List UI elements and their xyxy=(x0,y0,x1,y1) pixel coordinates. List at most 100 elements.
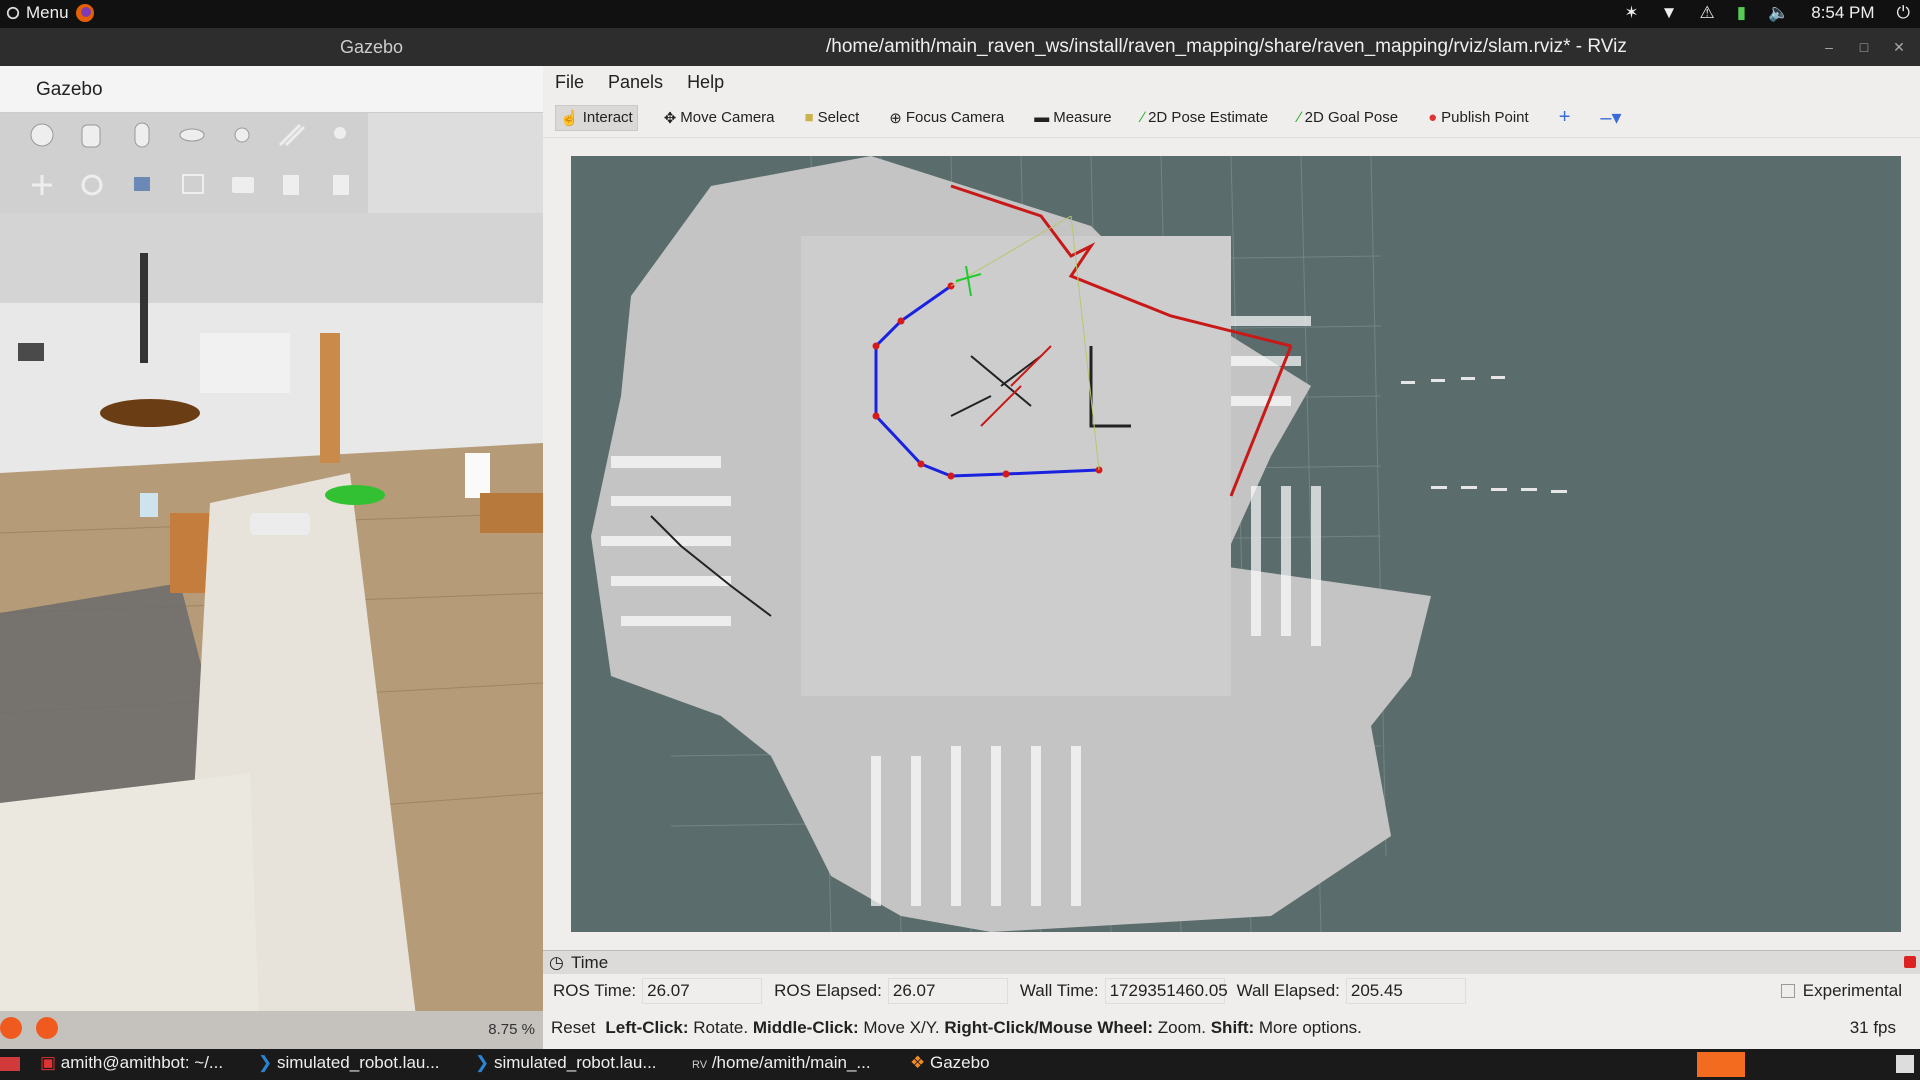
sphere-icon[interactable] xyxy=(30,123,54,147)
tool-move-camera[interactable]: ✥ Move Camera xyxy=(660,106,779,130)
ellipsoid-icon[interactable] xyxy=(179,128,205,142)
add-tool-button[interactable]: + xyxy=(1555,103,1575,132)
clock-icon: ◷ xyxy=(549,953,564,972)
system-top-bar: Menu ✶ ▼ ⚠ ▮ 🔈 8:54 PM ⏻ xyxy=(0,0,1920,28)
gazebo-icon: ❖ xyxy=(910,1053,926,1072)
grid-icon[interactable] xyxy=(182,174,204,194)
tool-publish-point[interactable]: ● Publish Point xyxy=(1424,106,1533,129)
taskbar: ▣ amith@amithbot: ~/... ❯ simulated_robo… xyxy=(0,1049,1920,1080)
sun-light-icon[interactable] xyxy=(234,127,250,143)
bluetooth-icon[interactable]: ✶ xyxy=(1624,3,1638,23)
clock[interactable]: 8:54 PM xyxy=(1811,3,1874,23)
ros-elapsed-label: ROS Elapsed: xyxy=(774,981,882,1000)
task-label: /home/amith/main_... xyxy=(711,1053,871,1072)
task-label: amith@amithbot: ~/... xyxy=(60,1053,224,1072)
cylinder-icon[interactable] xyxy=(81,124,101,148)
gazebo-3d-scene[interactable] xyxy=(0,213,543,1049)
gazebo-toolbar xyxy=(0,113,368,213)
task-vscode-2[interactable]: ❯ simulated_robot.lau... xyxy=(475,1053,657,1073)
menu-panels[interactable]: Panels xyxy=(608,72,663,93)
paste-icon[interactable] xyxy=(333,175,349,195)
maximize-button[interactable]: □ xyxy=(1855,38,1873,56)
task-rviz[interactable]: RV /home/amith/main_... xyxy=(692,1053,871,1073)
tool-label: Focus Camera xyxy=(905,109,1005,126)
tool-2d-goal-pose[interactable]: ∕ 2D Goal Pose xyxy=(1294,106,1402,129)
hint-shift-text: More options. xyxy=(1258,1018,1362,1037)
copy-icon[interactable] xyxy=(283,175,299,195)
move-camera-icon: ✥ xyxy=(663,109,677,127)
hint-middle-click: Middle-Click: xyxy=(752,1018,859,1037)
volume-icon[interactable]: 🔈 xyxy=(1768,3,1789,23)
select-icon: ■ xyxy=(804,109,814,126)
gazebo-window: Gazebo Gazebo 8.75 % xyxy=(0,28,543,1049)
capsule-icon[interactable] xyxy=(134,122,150,148)
battery-icon[interactable]: ▮ xyxy=(1737,3,1746,23)
remove-tool-button[interactable]: –▾ xyxy=(1596,102,1625,133)
wall-elapsed-label: Wall Elapsed: xyxy=(1236,981,1340,1000)
minimize-button[interactable]: – xyxy=(1820,38,1838,56)
rotate-icon[interactable] xyxy=(81,174,103,196)
terminal-icon: ▣ xyxy=(40,1053,57,1072)
menu-icon xyxy=(6,6,20,20)
rviz-window: /home/amith/main_raven_ws/install/raven_… xyxy=(543,28,1920,1049)
rviz-tool-bar: ☝ Interact ✥ Move Camera ■ Select ⊕ Focus Ca… xyxy=(543,98,1920,138)
step-button[interactable] xyxy=(36,1017,58,1039)
ros-time-field[interactable]: 26.07 xyxy=(642,978,763,1004)
task-vscode-1[interactable]: ❯ simulated_robot.lau... xyxy=(258,1053,440,1073)
pause-button[interactable] xyxy=(0,1017,22,1039)
tray-rviz-icon[interactable] xyxy=(1697,1052,1745,1077)
hint-middle-click-text: Move X/Y. xyxy=(863,1018,940,1037)
task-label: simulated_robot.lau... xyxy=(493,1053,657,1072)
ros-elapsed-field[interactable]: 26.07 xyxy=(887,978,1008,1004)
firefox-icon[interactable] xyxy=(75,3,95,23)
hint-left-click: Left-Click: xyxy=(605,1018,689,1037)
spot-light-icon[interactable] xyxy=(334,127,346,139)
hint-right-click: Right-Click/Mouse Wheel: xyxy=(944,1018,1154,1037)
rviz-titlebar[interactable]: /home/amith/main_raven_ws/install/raven_… xyxy=(543,28,1920,66)
tool-2d-pose-estimate[interactable]: ∕ 2D Pose Estimate xyxy=(1138,106,1273,129)
tool-focus-camera[interactable]: ⊕ Focus Camera xyxy=(885,106,1008,130)
directional-light-icon[interactable] xyxy=(278,123,306,147)
tool-label: Move Camera xyxy=(680,109,775,126)
tray-applet-icon[interactable] xyxy=(1896,1055,1914,1073)
notification-icon[interactable]: ⚠ xyxy=(1699,3,1714,23)
gazebo-titlebar[interactable]: Gazebo xyxy=(0,28,543,66)
fps-counter: 31 fps xyxy=(1849,1018,1896,1037)
vscode-icon: ❯ xyxy=(475,1053,490,1072)
goal-pose-icon: ∕ xyxy=(1298,109,1301,126)
menu-label: Menu xyxy=(26,3,69,22)
rviz-menubar: File Panels Help xyxy=(543,66,1920,98)
tool-interact[interactable]: ☝ Interact xyxy=(555,104,638,131)
wall-time-label: Wall Time: xyxy=(1019,981,1099,1000)
hint-right-click-text: Zoom. xyxy=(1157,1018,1206,1037)
wall-elapsed-field[interactable]: 205.45 xyxy=(1345,978,1466,1004)
ros-time-label: ROS Time: xyxy=(553,981,637,1000)
translate-icon[interactable] xyxy=(32,175,52,195)
menu-file[interactable]: File xyxy=(555,72,584,93)
close-button[interactable]: ✕ xyxy=(1890,38,1908,56)
rviz-3d-view[interactable] xyxy=(571,155,1901,933)
camera-icon[interactable] xyxy=(232,177,254,193)
show-desktop-icon[interactable] xyxy=(0,1057,20,1071)
tool-label: Interact xyxy=(582,109,633,126)
experimental-checkbox[interactable] xyxy=(1780,984,1795,998)
tool-label: Measure xyxy=(1053,109,1112,126)
reset-button[interactable]: Reset xyxy=(551,1018,595,1038)
scale-icon[interactable] xyxy=(134,177,150,191)
tool-label: 2D Pose Estimate xyxy=(1148,109,1269,126)
focus-camera-icon: ⊕ xyxy=(889,109,902,127)
power-icon[interactable]: ⏻ xyxy=(1897,3,1910,23)
tool-measure[interactable]: ▬ Measure xyxy=(1030,106,1115,129)
tool-select[interactable]: ■ Select xyxy=(801,106,864,129)
start-menu[interactable]: Menu xyxy=(6,3,95,23)
close-panel-icon[interactable] xyxy=(1904,956,1916,968)
wifi-icon[interactable]: ▼ xyxy=(1661,3,1678,23)
hint-left-click-text: Rotate. xyxy=(693,1018,749,1037)
wall-time-field[interactable]: 1729351460.05 xyxy=(1104,978,1228,1004)
status-hint-bar: Reset Left-Click: Rotate. Middle-Click: … xyxy=(543,1010,1920,1046)
menu-help[interactable]: Help xyxy=(687,72,724,93)
task-gazebo[interactable]: ❖ Gazebo xyxy=(910,1053,990,1073)
interact-icon: ☝ xyxy=(560,109,579,127)
pose-estimate-icon: ∕ xyxy=(1141,109,1145,126)
task-terminal[interactable]: ▣ amith@amithbot: ~/... xyxy=(40,1053,223,1073)
